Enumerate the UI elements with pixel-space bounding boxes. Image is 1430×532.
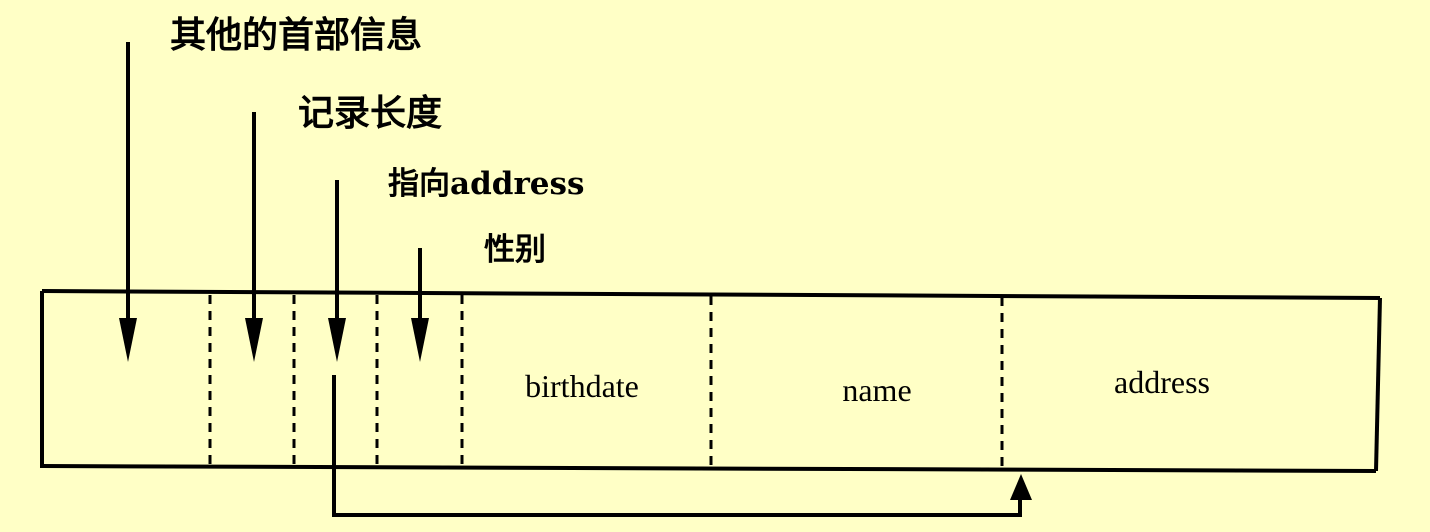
label-record-length: 记录长度 bbox=[298, 92, 443, 134]
label-gender: 性别 bbox=[484, 232, 546, 268]
field-birthdate: birthdate bbox=[525, 368, 639, 404]
label-other-header-info: 其他的首部信息 bbox=[170, 14, 423, 56]
address-pointer-path bbox=[332, 375, 1032, 517]
field-name: name bbox=[842, 372, 912, 408]
record-layout-diagram bbox=[40, 42, 1382, 517]
pointer-arrowhead bbox=[1010, 474, 1032, 500]
arrow-other-header bbox=[119, 42, 137, 362]
arrow-address-pointer bbox=[328, 180, 346, 362]
arrow-gender bbox=[411, 248, 429, 362]
field-address: address bbox=[1114, 364, 1210, 400]
label-address-pointer: 指向address bbox=[388, 166, 585, 202]
arrow-record-length bbox=[245, 112, 263, 362]
